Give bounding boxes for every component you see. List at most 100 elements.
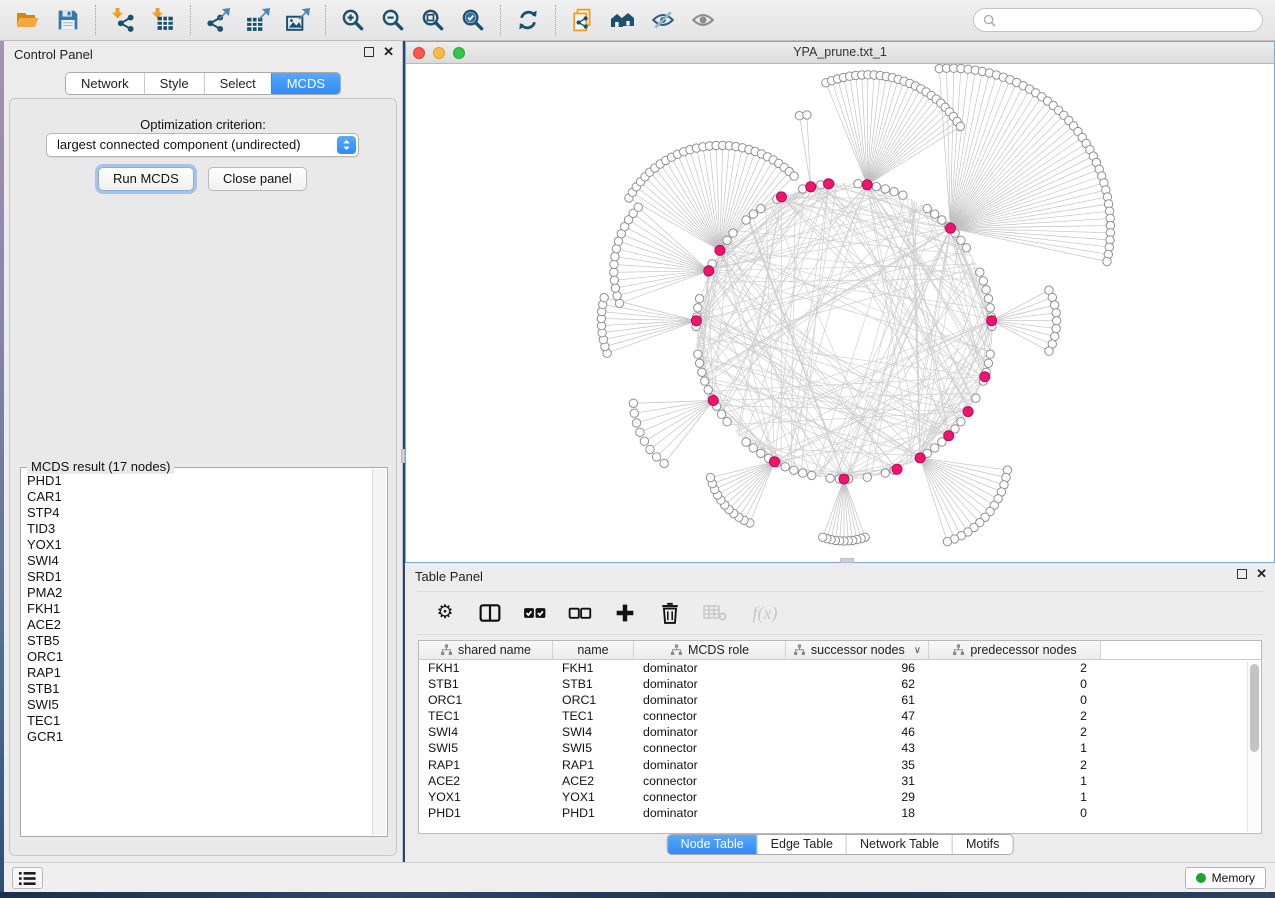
cell-predecessor_nodes: 2 (929, 660, 1101, 676)
table-row[interactable]: ACE2ACE2connector311 (419, 773, 1261, 789)
mcds-result-item[interactable]: ACE2 (27, 617, 371, 633)
tab-node-table[interactable]: Node Table (668, 835, 757, 854)
cell-name: STB1 (553, 676, 634, 692)
close-table-panel-icon[interactable]: ✕ (1256, 569, 1267, 579)
tab-style[interactable]: Style (144, 73, 204, 94)
run-mcds-button[interactable]: Run MCDS (98, 167, 194, 191)
zoom-selected-icon[interactable] (453, 3, 493, 37)
tab-network-table[interactable]: Network Table (846, 835, 952, 854)
unselect-all-columns-icon[interactable] (568, 601, 592, 625)
cell-predecessor_nodes: 2 (929, 724, 1101, 740)
tab-network[interactable]: Network (66, 73, 144, 94)
column-tree-icon (952, 644, 965, 656)
first-neighbors-icon[interactable] (603, 3, 643, 37)
open-file-icon[interactable] (8, 3, 48, 37)
table-row[interactable]: TEC1TEC1connector472 (419, 708, 1261, 724)
mcds-result-item[interactable]: CAR1 (27, 489, 371, 505)
mcds-result-item[interactable]: ORC1 (27, 649, 371, 665)
hide-selected-icon[interactable] (643, 3, 683, 37)
mcds-result-item[interactable]: SRD1 (27, 569, 371, 585)
table-row[interactable]: YOX1YOX1connector291 (419, 789, 1261, 805)
search-box[interactable] (973, 8, 1263, 32)
mcds-result-item[interactable]: STB5 (27, 633, 371, 649)
create-column-icon[interactable] (613, 601, 637, 625)
mcds-result-item[interactable]: STB1 (27, 681, 371, 697)
mcds-result-item[interactable]: SWI5 (27, 697, 371, 713)
control-panel-tabs: NetworkStyleSelectMCDS (65, 72, 341, 95)
mcds-result-item[interactable]: FKH1 (27, 601, 371, 617)
window-close-icon[interactable] (413, 47, 425, 59)
table-row[interactable]: ORC1ORC1dominator610 (419, 692, 1261, 708)
column-header-successor-nodes[interactable]: successor nodes∨ (786, 641, 929, 659)
mcds-result-item[interactable]: SWI4 (27, 553, 371, 569)
window-maximize-icon[interactable] (453, 47, 465, 59)
search-input[interactable] (1001, 13, 1262, 27)
cell-successor_nodes: 29 (786, 789, 929, 805)
mcds-result-item[interactable]: GCR1 (27, 729, 371, 745)
tab-motifs[interactable]: Motifs (952, 835, 1012, 854)
zoom-fit-icon[interactable] (413, 3, 453, 37)
tab-mcds[interactable]: MCDS (271, 73, 340, 94)
mcds-result-item[interactable]: YOX1 (27, 537, 371, 553)
export-table-icon[interactable] (238, 3, 278, 37)
column-header-MCDS-role[interactable]: MCDS role (634, 641, 786, 659)
zoom-in-icon[interactable] (333, 3, 373, 37)
node-table-rows: FKH1FKH1dominator962STB1STB1dominator620… (419, 660, 1261, 821)
cell-shared_name: SWI4 (419, 724, 553, 740)
tab-edge-table[interactable]: Edge Table (757, 835, 846, 854)
table-row[interactable]: STB1STB1dominator620 (419, 676, 1261, 692)
close-panel-icon[interactable]: ✕ (383, 47, 394, 57)
memory-button[interactable]: Memory (1185, 867, 1266, 889)
export-network-icon[interactable] (198, 3, 238, 37)
column-header-name[interactable]: name (553, 641, 634, 659)
cell-successor_nodes: 46 (786, 724, 929, 740)
show-all-icon[interactable] (683, 3, 723, 37)
close-panel-button[interactable]: Close panel (208, 167, 307, 191)
column-header-shared-name[interactable]: shared name (419, 641, 553, 659)
network-canvas[interactable] (406, 64, 1274, 562)
mcds-result-item[interactable]: RAP1 (27, 665, 371, 681)
cell-shared_name: RAP1 (419, 757, 553, 773)
mcds-result-item[interactable]: PHD1 (27, 473, 371, 489)
import-table-icon[interactable] (143, 3, 183, 37)
status-bar: Memory (4, 862, 1275, 892)
mcds-list-scrollbar[interactable] (372, 469, 386, 835)
float-panel-icon[interactable] (364, 47, 374, 57)
cell-name: PHD1 (553, 805, 634, 821)
table-scrollbar-thumb[interactable] (1250, 664, 1259, 752)
table-row[interactable]: FKH1FKH1dominator962 (419, 660, 1261, 676)
select-all-columns-icon[interactable] (523, 601, 547, 625)
zoom-out-icon[interactable] (373, 3, 413, 37)
network-window-titlebar[interactable]: YPA_prune.txt_1 (406, 42, 1274, 64)
refresh-icon[interactable] (508, 3, 548, 37)
mcds-result-item[interactable]: STP4 (27, 505, 371, 521)
table-row[interactable]: SWI5SWI5connector431 (419, 740, 1261, 756)
network-graph[interactable] (406, 64, 1274, 562)
delete-columns-icon[interactable] (658, 601, 682, 625)
table-row[interactable]: SWI4SWI4dominator462 (419, 724, 1261, 740)
criterion-dropdown[interactable]: largest connected component (undirected) (46, 133, 359, 157)
mcds-result-item[interactable]: TID3 (27, 521, 371, 537)
cell-name: RAP1 (553, 757, 634, 773)
cell-shared_name: SWI5 (419, 740, 553, 756)
table-mode-gear-icon[interactable]: ⚙ (433, 601, 457, 625)
search-icon (983, 14, 996, 27)
show-columns-icon[interactable] (478, 601, 502, 625)
window-minimize-icon[interactable] (433, 47, 445, 59)
tab-select[interactable]: Select (204, 73, 271, 94)
export-image-icon[interactable] (278, 3, 318, 37)
table-row[interactable]: PHD1PHD1dominator180 (419, 805, 1261, 821)
task-history-button[interactable] (12, 867, 43, 889)
table-scrollbar[interactable] (1247, 661, 1260, 832)
cell-mcds_role: dominator (634, 757, 786, 773)
optimization-criterion-label: Optimization criterion: (10, 117, 396, 132)
new-network-from-selection-icon[interactable] (563, 3, 603, 37)
float-table-panel-icon[interactable] (1237, 569, 1247, 579)
import-network-icon[interactable] (103, 3, 143, 37)
table-row[interactable]: RAP1RAP1dominator352 (419, 757, 1261, 773)
save-session-icon[interactable] (48, 3, 88, 37)
mcds-result-item[interactable]: TEC1 (27, 713, 371, 729)
cell-predecessor_nodes: 1 (929, 789, 1101, 805)
mcds-result-item[interactable]: PMA2 (27, 585, 371, 601)
column-header-predecessor-nodes[interactable]: predecessor nodes (929, 641, 1101, 659)
